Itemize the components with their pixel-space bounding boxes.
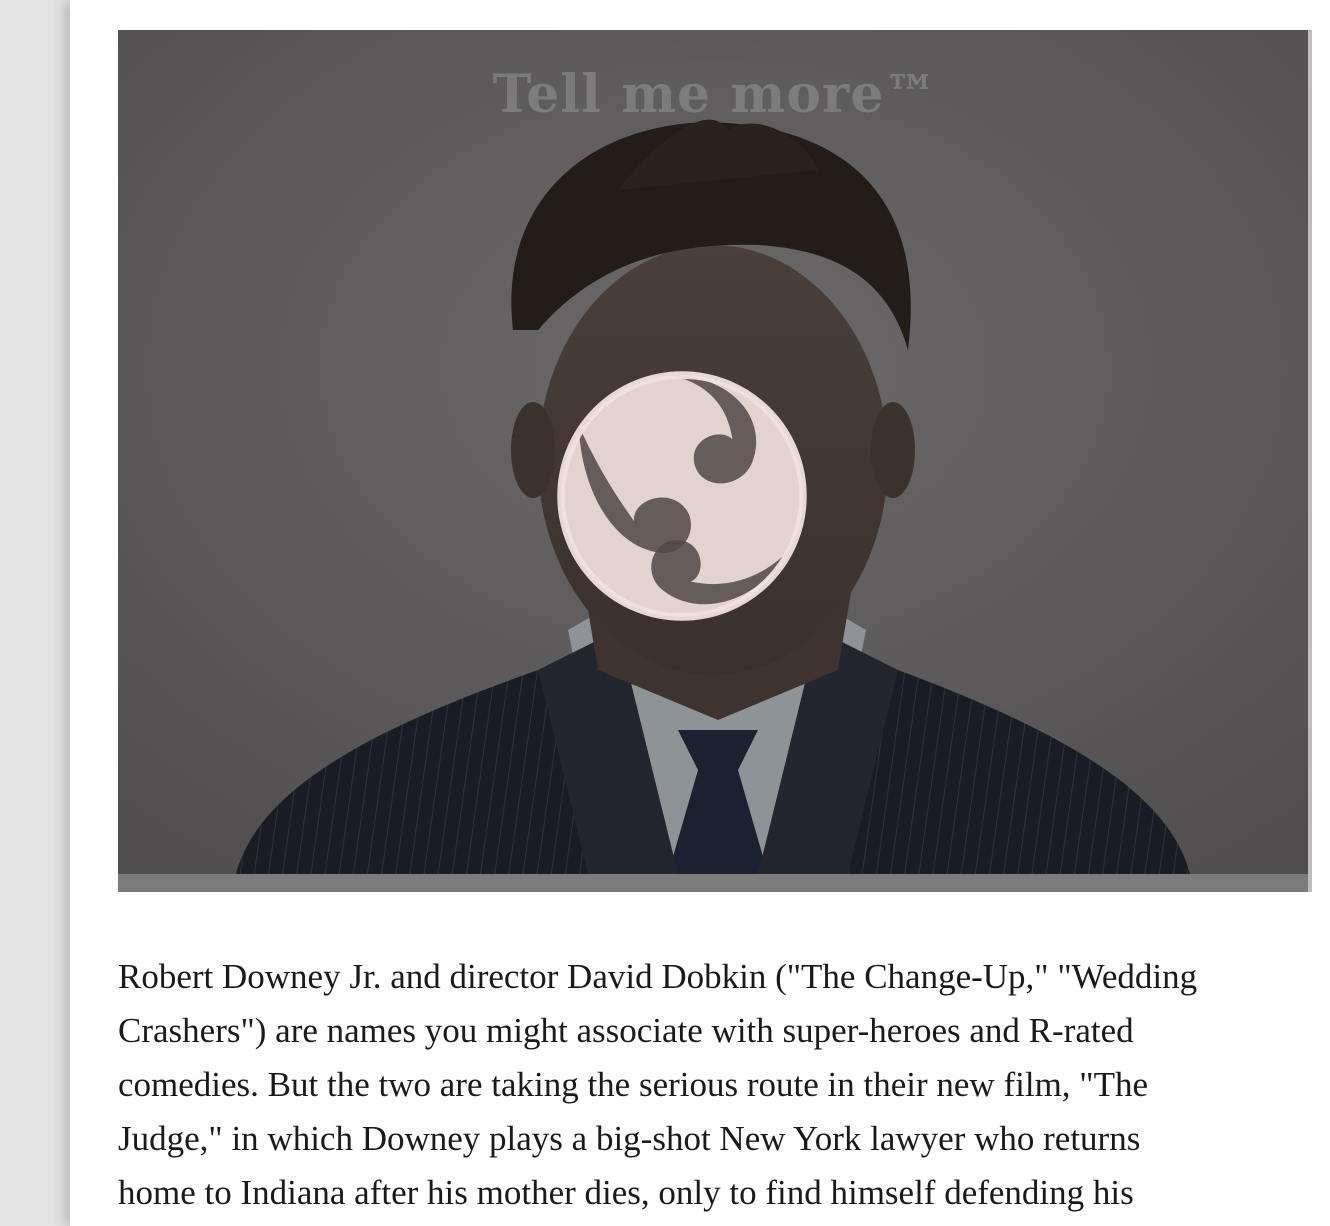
- video-player[interactable]: Tell me more™: [118, 30, 1312, 892]
- tomoe-swirl-icon[interactable]: [556, 370, 808, 622]
- article-body: Robert Downey Jr. and director David Dob…: [118, 957, 1198, 1212]
- video-frame-edge: [1308, 30, 1312, 892]
- page: Tell me more™ Robert Downey Jr. and dire…: [0, 0, 1330, 1226]
- left-gutter: [0, 0, 70, 1226]
- video-progress-bar[interactable]: [118, 874, 1312, 892]
